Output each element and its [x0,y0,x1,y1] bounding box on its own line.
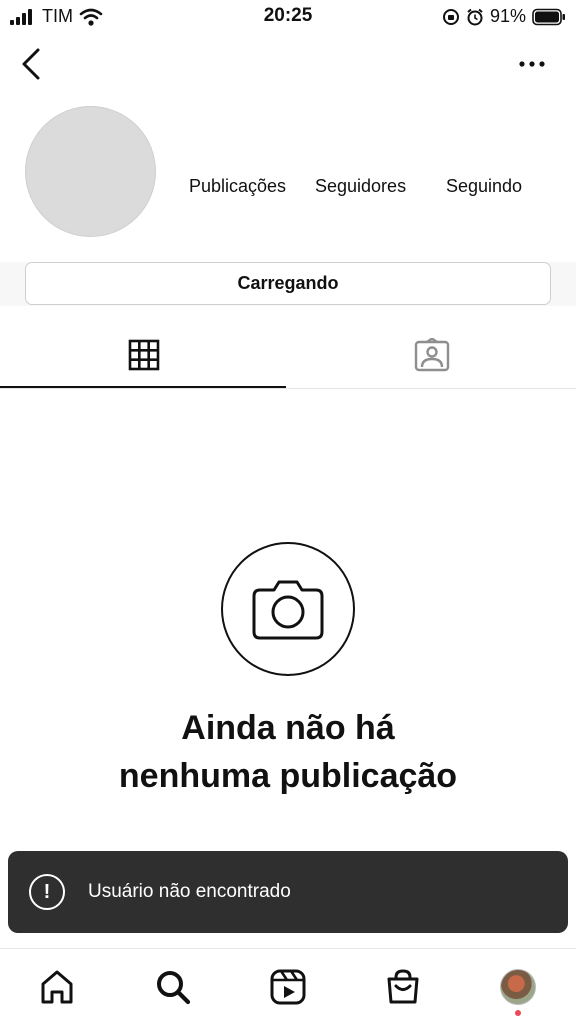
tab-tagged[interactable] [288,322,576,388]
chevron-left-icon [22,48,40,80]
status-bar: TIM 20:25 91% [0,0,576,34]
alarm-icon [467,8,483,25]
empty-state-title: Ainda não há nenhuma publicação [0,704,576,800]
home-icon [41,970,73,1004]
camera-icon [252,580,324,640]
more-options-button[interactable] [514,54,550,74]
stat-posts-label[interactable]: Publicações [189,176,286,197]
back-button[interactable] [14,44,50,84]
search-icon [157,971,191,1005]
shop-icon [387,969,419,1004]
grid-icon [128,339,160,371]
battery-percent: 91% [489,6,526,26]
profile-avatar [500,969,536,1005]
tab-posts-grid[interactable] [0,322,288,388]
empty-title-line2: nenhuma publicação [118,757,458,795]
bottom-nav-home[interactable] [37,967,77,1007]
profile-tabs [0,322,576,389]
empty-title-line1: Ainda não há [181,709,395,747]
bottom-nav [0,948,576,1024]
bottom-nav-reels[interactable] [268,967,308,1007]
toast-message: Usuário não encontrado [88,881,291,902]
status-right: 91% [442,6,566,27]
bottom-nav-profile[interactable] [498,967,538,1007]
active-tab-indicator [0,386,286,388]
alert-circle-icon: ! [29,874,65,910]
error-toast[interactable]: ! Usuário não encontrado [8,851,568,933]
notification-dot [515,1010,521,1016]
bottom-nav-search[interactable] [153,967,193,1007]
profile-stats: Publicações Seguidores Seguindo [0,176,576,200]
profile-avatar-placeholder[interactable] [25,106,156,237]
battery-icon [532,8,565,25]
bottom-nav-shop[interactable] [383,967,423,1007]
loading-button[interactable]: Carregando [25,262,551,305]
more-horizontal-icon [519,61,545,67]
orientation-lock-icon [442,8,459,25]
stat-followers-label[interactable]: Seguidores [315,176,406,197]
camera-circle [221,542,355,676]
top-nav-bar [0,36,576,92]
reels-icon [270,969,306,1005]
tagged-photos-icon [414,338,450,372]
stat-following-label[interactable]: Seguindo [446,176,522,197]
